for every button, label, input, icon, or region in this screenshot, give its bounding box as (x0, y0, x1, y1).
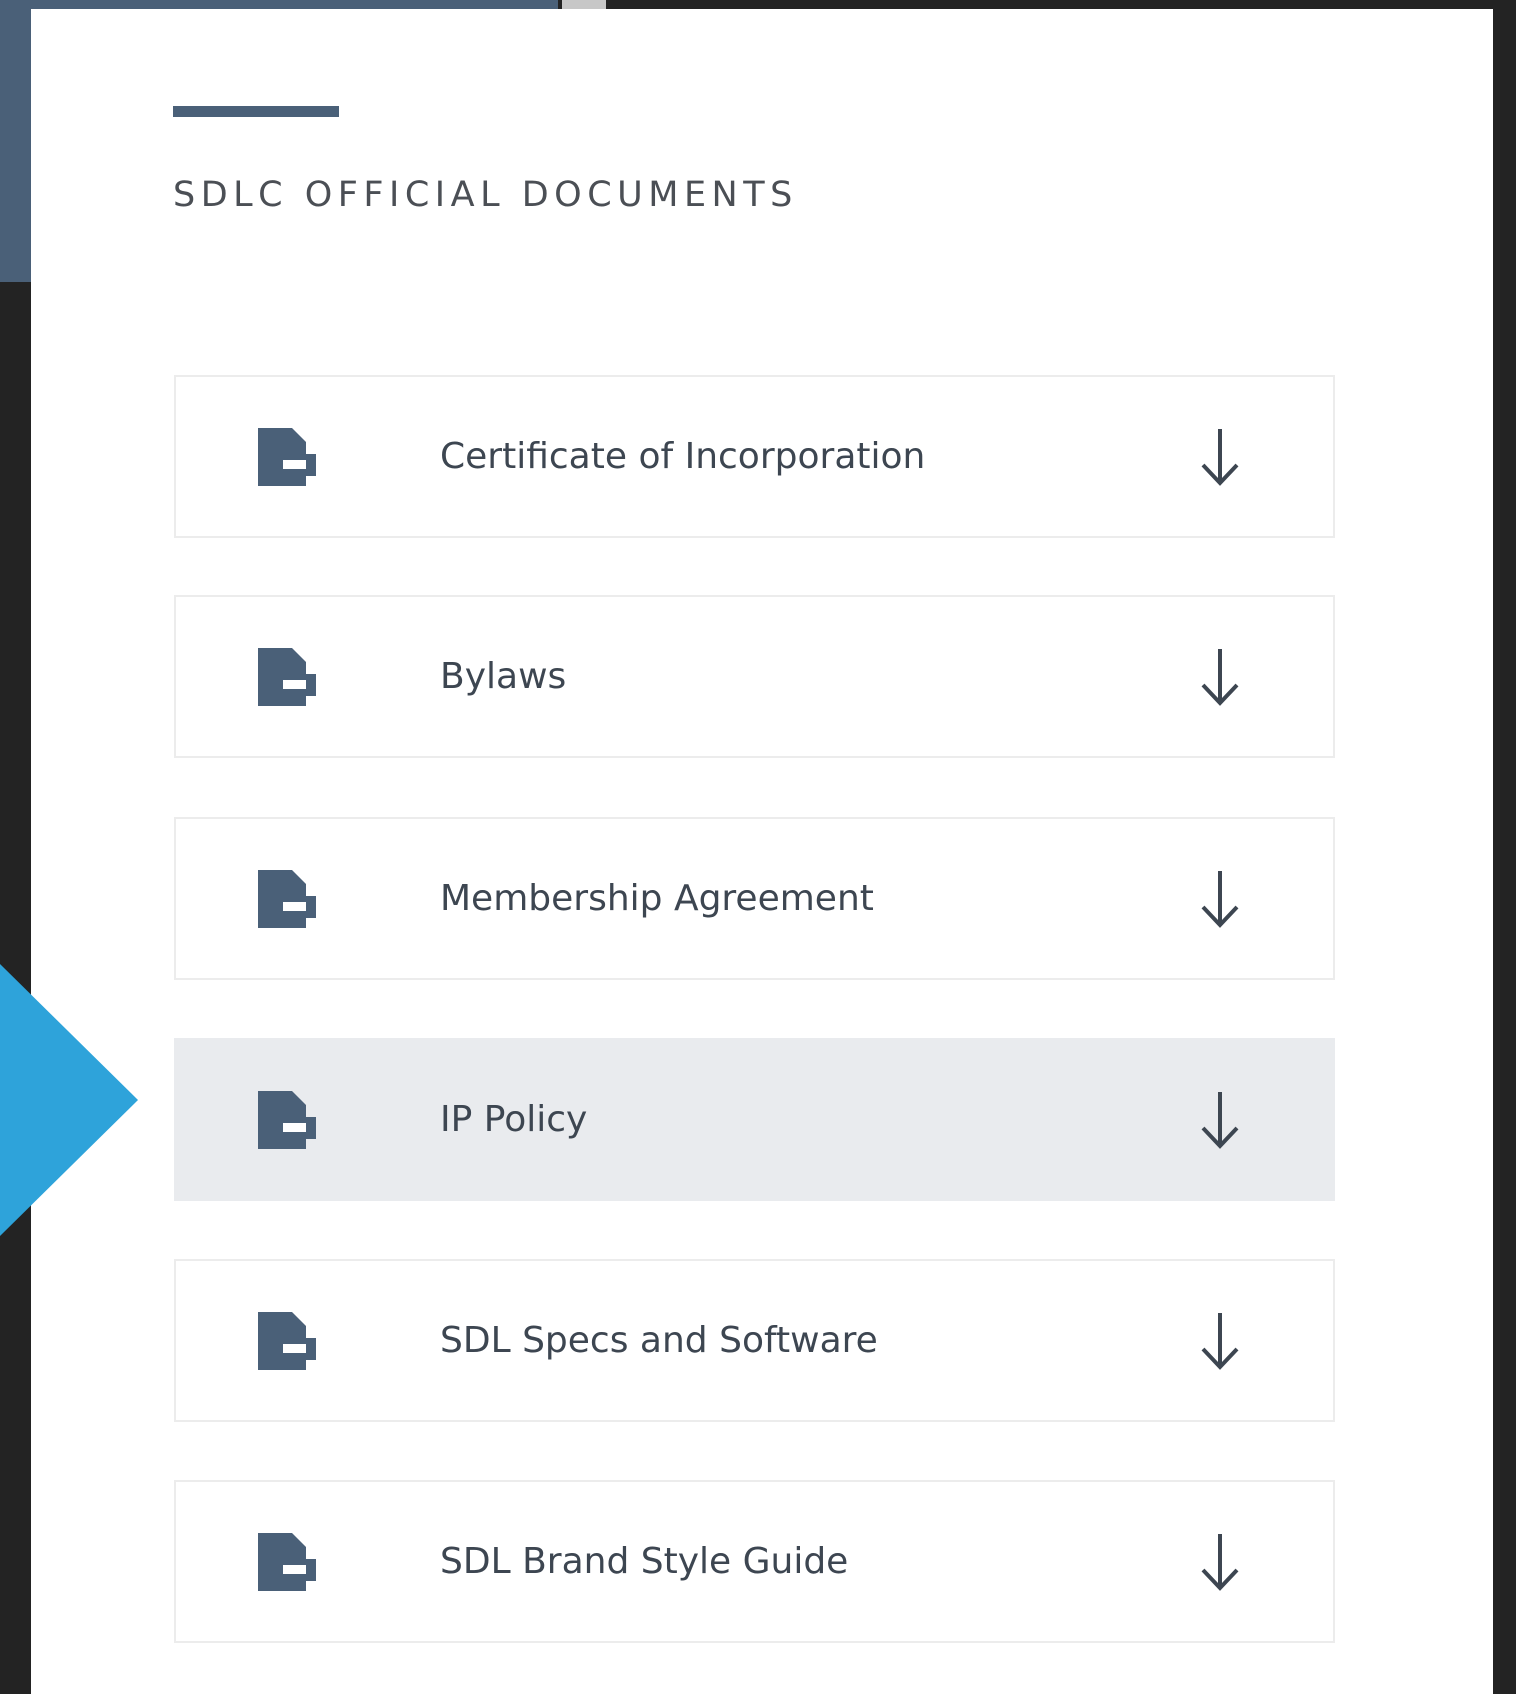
document-icon (258, 1091, 316, 1149)
top-accent-strip (0, 0, 558, 9)
document-label: IP Policy (440, 1098, 588, 1140)
document-label: SDL Specs and Software (440, 1319, 878, 1361)
document-icon (258, 1312, 316, 1370)
section-accent-bar (173, 106, 339, 117)
pointer-arrow-icon (0, 964, 138, 1236)
document-label: Bylaws (440, 655, 567, 697)
document-row-sdl-brand-style-guide[interactable]: SDL Brand Style Guide (174, 1480, 1335, 1643)
download-arrow-icon[interactable] (1200, 1311, 1240, 1371)
download-arrow-icon[interactable] (1200, 1532, 1240, 1592)
download-arrow-icon[interactable] (1200, 1090, 1240, 1150)
document-row-bylaws[interactable]: Bylaws (174, 595, 1335, 758)
documents-panel: SDLC OFFICIAL DOCUMENTS Certificate of I… (31, 9, 1493, 1694)
document-label: SDL Brand Style Guide (440, 1540, 849, 1582)
document-icon (258, 870, 316, 928)
document-icon (258, 428, 316, 486)
top-grey-tab (562, 0, 606, 9)
document-icon (258, 648, 316, 706)
document-label: Membership Agreement (440, 877, 874, 919)
bottom-left-dark-block (0, 1458, 31, 1694)
download-arrow-icon[interactable] (1200, 869, 1240, 929)
document-icon (258, 1533, 316, 1591)
document-row-certificate-of-incorporation[interactable]: Certificate of Incorporation (174, 375, 1335, 538)
document-row-membership-agreement[interactable]: Membership Agreement (174, 817, 1335, 980)
document-row-sdl-specs-and-software[interactable]: SDL Specs and Software (174, 1259, 1335, 1422)
document-label: Certificate of Incorporation (440, 435, 926, 477)
section-title: SDLC OFFICIAL DOCUMENTS (173, 175, 798, 215)
download-arrow-icon[interactable] (1200, 427, 1240, 487)
download-arrow-icon[interactable] (1200, 647, 1240, 707)
document-row-ip-policy[interactable]: IP Policy (174, 1038, 1335, 1201)
